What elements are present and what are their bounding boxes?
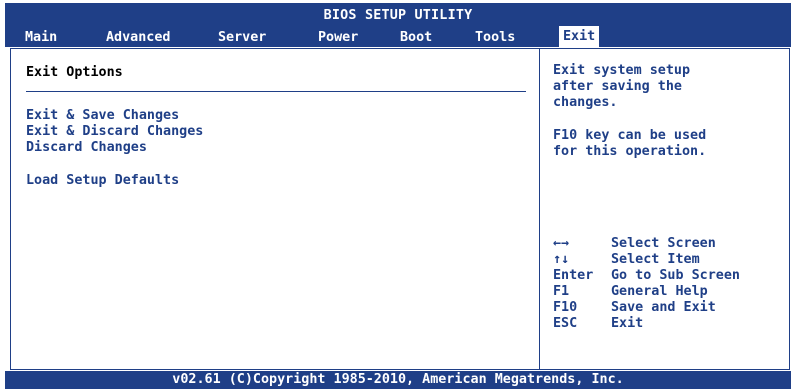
- key-legend-f1: F1 General Help: [553, 284, 708, 299]
- key-action: Save and Exit: [611, 300, 716, 315]
- key-name: F1: [553, 284, 570, 299]
- key-legend-select-screen: ←→ Select Screen: [553, 236, 716, 251]
- key-action: Exit: [611, 316, 644, 331]
- help-text-line: for this operation.: [553, 144, 707, 159]
- key-action: General Help: [611, 284, 708, 299]
- key-action: Select Screen: [611, 236, 716, 251]
- tab-power[interactable]: Power: [318, 30, 358, 45]
- option-load-setup-defaults[interactable]: Load Setup Defaults: [26, 173, 179, 188]
- utility-title: BIOS SETUP UTILITY: [323, 8, 473, 23]
- key-legend-enter: Enter Go to Sub Screen: [553, 268, 740, 283]
- key-legend-f10: F10 Save and Exit: [553, 300, 716, 315]
- section-divider: [26, 91, 526, 92]
- tab-boot[interactable]: Boot: [400, 30, 432, 45]
- section-title: Exit Options: [26, 65, 123, 80]
- top-menu-bar: BIOS SETUP UTILITY Main Advanced Server …: [5, 3, 791, 48]
- tab-main[interactable]: Main: [25, 30, 57, 45]
- tab-exit[interactable]: Exit: [559, 26, 600, 48]
- key-action: Go to Sub Screen: [611, 268, 740, 283]
- key-name: ESC: [553, 316, 578, 331]
- help-text-line: F10 key can be used: [553, 128, 707, 143]
- help-text-line: changes.: [553, 95, 618, 110]
- help-text-line: Exit system setup: [553, 63, 691, 78]
- arrow-up-down-icon: ↑↓: [553, 252, 570, 267]
- main-panel: Exit Options Exit & Save Changes Exit & …: [10, 48, 790, 370]
- option-discard-changes[interactable]: Discard Changes: [26, 140, 147, 155]
- key-legend-esc: ESC Exit: [553, 316, 643, 331]
- key-action: Select Item: [611, 252, 700, 267]
- key-legend-select-item: ↑↓ Select Item: [553, 252, 700, 267]
- help-text-line: after saving the: [553, 79, 682, 94]
- tab-server[interactable]: Server: [218, 30, 266, 45]
- tab-tools[interactable]: Tools: [475, 30, 515, 45]
- arrow-left-right-icon: ←→: [553, 236, 570, 251]
- help-divider: [539, 49, 540, 369]
- copyright-footer: v02.61 (C)Copyright 1985-2010, American …: [5, 371, 791, 389]
- key-name: Enter: [553, 268, 594, 283]
- key-name: F10: [553, 300, 578, 315]
- tab-advanced[interactable]: Advanced: [106, 30, 171, 45]
- option-exit-save-changes[interactable]: Exit & Save Changes: [26, 108, 179, 123]
- option-exit-discard-changes[interactable]: Exit & Discard Changes: [26, 124, 203, 139]
